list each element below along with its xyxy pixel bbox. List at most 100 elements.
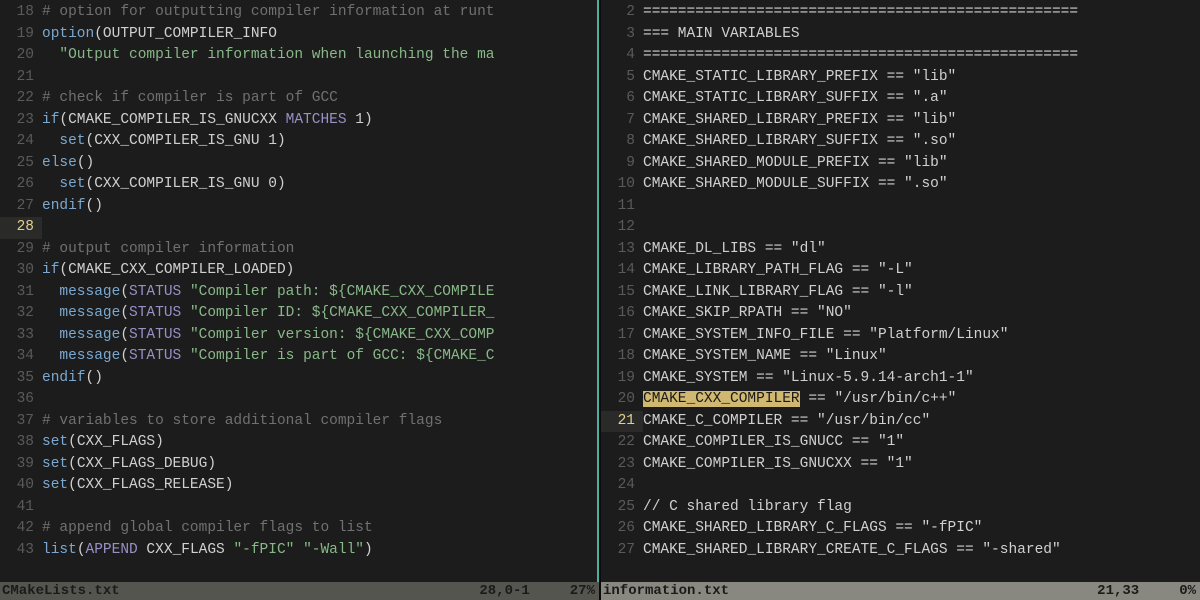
line-content[interactable]: CMAKE_LINK_LIBRARY_FLAG == "-l" — [643, 282, 1200, 304]
code-line[interactable]: 29# output compiler information — [0, 239, 599, 261]
code-line[interactable]: 38set(CXX_FLAGS) — [0, 432, 599, 454]
code-line[interactable]: 34 message(STATUS "Compiler is part of G… — [0, 346, 599, 368]
line-content[interactable]: CMAKE_SHARED_LIBRARY_C_FLAGS == "-fPIC" — [643, 518, 1200, 540]
line-content[interactable] — [643, 217, 1200, 239]
line-content[interactable]: if(CMAKE_CXX_COMPILER_LOADED) — [42, 260, 599, 282]
line-content[interactable]: message(STATUS "Compiler is part of GCC:… — [42, 346, 599, 368]
code-area-right[interactable]: 2=======================================… — [601, 0, 1200, 582]
line-content[interactable]: message(STATUS "Compiler ID: ${CMAKE_CXX… — [42, 303, 599, 325]
line-content[interactable] — [643, 196, 1200, 218]
code-line[interactable]: 40set(CXX_FLAGS_RELEASE) — [0, 475, 599, 497]
code-line[interactable]: 24 — [601, 475, 1200, 497]
code-line[interactable]: 15CMAKE_LINK_LIBRARY_FLAG == "-l" — [601, 282, 1200, 304]
line-content[interactable]: CMAKE_C_COMPILER == "/usr/bin/cc" — [643, 411, 1200, 433]
code-line[interactable]: 9CMAKE_SHARED_MODULE_PREFIX == "lib" — [601, 153, 1200, 175]
code-line[interactable]: 7CMAKE_SHARED_LIBRARY_PREFIX == "lib" — [601, 110, 1200, 132]
code-line[interactable]: 43list(APPEND CXX_FLAGS "-fPIC" "-Wall") — [0, 540, 599, 562]
line-content[interactable]: CMAKE_STATIC_LIBRARY_PREFIX == "lib" — [643, 67, 1200, 89]
code-line[interactable]: 22# check if compiler is part of GCC — [0, 88, 599, 110]
line-content[interactable]: CMAKE_SHARED_LIBRARY_CREATE_C_FLAGS == "… — [643, 540, 1200, 562]
line-content[interactable]: set(CXX_COMPILER_IS_GNU 0) — [42, 174, 599, 196]
code-line[interactable]: 5CMAKE_STATIC_LIBRARY_PREFIX == "lib" — [601, 67, 1200, 89]
code-line[interactable]: 25// C shared library flag — [601, 497, 1200, 519]
code-line[interactable]: 33 message(STATUS "Compiler version: ${C… — [0, 325, 599, 347]
line-content[interactable] — [42, 67, 599, 89]
line-content[interactable]: CMAKE_COMPILER_IS_GNUCC == "1" — [643, 432, 1200, 454]
code-line[interactable]: 36 — [0, 389, 599, 411]
line-content[interactable]: # check if compiler is part of GCC — [42, 88, 599, 110]
code-line[interactable]: 24 set(CXX_COMPILER_IS_GNU 1) — [0, 131, 599, 153]
line-content[interactable]: CMAKE_SHARED_LIBRARY_PREFIX == "lib" — [643, 110, 1200, 132]
code-line[interactable]: 35endif() — [0, 368, 599, 390]
line-content[interactable] — [42, 389, 599, 411]
code-line[interactable]: 19CMAKE_SYSTEM == "Linux-5.9.14-arch1-1" — [601, 368, 1200, 390]
line-content[interactable]: CMAKE_STATIC_LIBRARY_SUFFIX == ".a" — [643, 88, 1200, 110]
code-line[interactable]: 17CMAKE_SYSTEM_INFO_FILE == "Platform/Li… — [601, 325, 1200, 347]
code-line[interactable]: 6CMAKE_STATIC_LIBRARY_SUFFIX == ".a" — [601, 88, 1200, 110]
line-content[interactable]: CMAKE_SHARED_LIBRARY_SUFFIX == ".so" — [643, 131, 1200, 153]
line-content[interactable]: CMAKE_COMPILER_IS_GNUCXX == "1" — [643, 454, 1200, 476]
code-line[interactable]: 26CMAKE_SHARED_LIBRARY_C_FLAGS == "-fPIC… — [601, 518, 1200, 540]
code-line[interactable]: 21CMAKE_C_COMPILER == "/usr/bin/cc" — [601, 411, 1200, 433]
line-content[interactable]: set(CXX_COMPILER_IS_GNU 1) — [42, 131, 599, 153]
code-line[interactable]: 13CMAKE_DL_LIBS == "dl" — [601, 239, 1200, 261]
code-line[interactable]: 4=======================================… — [601, 45, 1200, 67]
code-line[interactable]: 10CMAKE_SHARED_MODULE_SUFFIX == ".so" — [601, 174, 1200, 196]
line-content[interactable]: message(STATUS "Compiler version: ${CMAK… — [42, 325, 599, 347]
line-content[interactable] — [42, 497, 599, 519]
line-content[interactable]: # variables to store additional compiler… — [42, 411, 599, 433]
line-content[interactable]: // C shared library flag — [643, 497, 1200, 519]
line-content[interactable]: CMAKE_DL_LIBS == "dl" — [643, 239, 1200, 261]
line-content[interactable]: set(CXX_FLAGS) — [42, 432, 599, 454]
code-line[interactable]: 20 "Output compiler information when lau… — [0, 45, 599, 67]
line-content[interactable]: CMAKE_SKIP_RPATH == "NO" — [643, 303, 1200, 325]
code-line[interactable]: 23if(CMAKE_COMPILER_IS_GNUCXX MATCHES 1) — [0, 110, 599, 132]
line-content[interactable] — [643, 475, 1200, 497]
editor-pane-left[interactable]: 18# option for outputting compiler infor… — [0, 0, 599, 600]
code-line[interactable]: 11 — [601, 196, 1200, 218]
code-line[interactable]: 23CMAKE_COMPILER_IS_GNUCXX == "1" — [601, 454, 1200, 476]
line-content[interactable]: ========================================… — [643, 2, 1200, 24]
line-content[interactable]: # output compiler information — [42, 239, 599, 261]
code-line[interactable]: 18# option for outputting compiler infor… — [0, 2, 599, 24]
line-content[interactable]: CMAKE_SYSTEM == "Linux-5.9.14-arch1-1" — [643, 368, 1200, 390]
line-content[interactable] — [42, 217, 599, 239]
line-content[interactable]: CMAKE_SYSTEM_NAME == "Linux" — [643, 346, 1200, 368]
code-line[interactable]: 19option(OUTPUT_COMPILER_INFO — [0, 24, 599, 46]
line-content[interactable]: # append global compiler flags to list — [42, 518, 599, 540]
line-content[interactable]: "Output compiler information when launch… — [42, 45, 599, 67]
code-line[interactable]: 31 message(STATUS "Compiler path: ${CMAK… — [0, 282, 599, 304]
code-line[interactable]: 22CMAKE_COMPILER_IS_GNUCC == "1" — [601, 432, 1200, 454]
code-line[interactable]: 28 — [0, 217, 599, 239]
line-content[interactable]: # option for outputting compiler informa… — [42, 2, 599, 24]
line-content[interactable]: if(CMAKE_COMPILER_IS_GNUCXX MATCHES 1) — [42, 110, 599, 132]
code-line[interactable]: 42# append global compiler flags to list — [0, 518, 599, 540]
line-content[interactable]: endif() — [42, 196, 599, 218]
line-content[interactable]: endif() — [42, 368, 599, 390]
line-content[interactable]: else() — [42, 153, 599, 175]
code-line[interactable]: 8CMAKE_SHARED_LIBRARY_SUFFIX == ".so" — [601, 131, 1200, 153]
line-content[interactable]: CMAKE_SHARED_MODULE_PREFIX == "lib" — [643, 153, 1200, 175]
code-line[interactable]: 3=== MAIN VARIABLES — [601, 24, 1200, 46]
code-line[interactable]: 20CMAKE_CXX_COMPILER == "/usr/bin/c++" — [601, 389, 1200, 411]
code-line[interactable]: 32 message(STATUS "Compiler ID: ${CMAKE_… — [0, 303, 599, 325]
code-line[interactable]: 27endif() — [0, 196, 599, 218]
code-line[interactable]: 25else() — [0, 153, 599, 175]
line-content[interactable]: option(OUTPUT_COMPILER_INFO — [42, 24, 599, 46]
code-area-left[interactable]: 18# option for outputting compiler infor… — [0, 0, 599, 582]
code-line[interactable]: 27CMAKE_SHARED_LIBRARY_CREATE_C_FLAGS ==… — [601, 540, 1200, 562]
line-content[interactable]: set(CXX_FLAGS_RELEASE) — [42, 475, 599, 497]
line-content[interactable]: CMAKE_LIBRARY_PATH_FLAG == "-L" — [643, 260, 1200, 282]
code-line[interactable]: 39set(CXX_FLAGS_DEBUG) — [0, 454, 599, 476]
line-content[interactable]: list(APPEND CXX_FLAGS "-fPIC" "-Wall") — [42, 540, 599, 562]
code-line[interactable]: 2=======================================… — [601, 2, 1200, 24]
code-line[interactable]: 26 set(CXX_COMPILER_IS_GNU 0) — [0, 174, 599, 196]
code-line[interactable]: 37# variables to store additional compil… — [0, 411, 599, 433]
code-line[interactable]: 30if(CMAKE_CXX_COMPILER_LOADED) — [0, 260, 599, 282]
editor-pane-right[interactable]: 2=======================================… — [601, 0, 1200, 600]
line-content[interactable]: message(STATUS "Compiler path: ${CMAKE_C… — [42, 282, 599, 304]
code-line[interactable]: 18CMAKE_SYSTEM_NAME == "Linux" — [601, 346, 1200, 368]
line-content[interactable]: set(CXX_FLAGS_DEBUG) — [42, 454, 599, 476]
line-content[interactable]: === MAIN VARIABLES — [643, 24, 1200, 46]
code-line[interactable]: 16CMAKE_SKIP_RPATH == "NO" — [601, 303, 1200, 325]
